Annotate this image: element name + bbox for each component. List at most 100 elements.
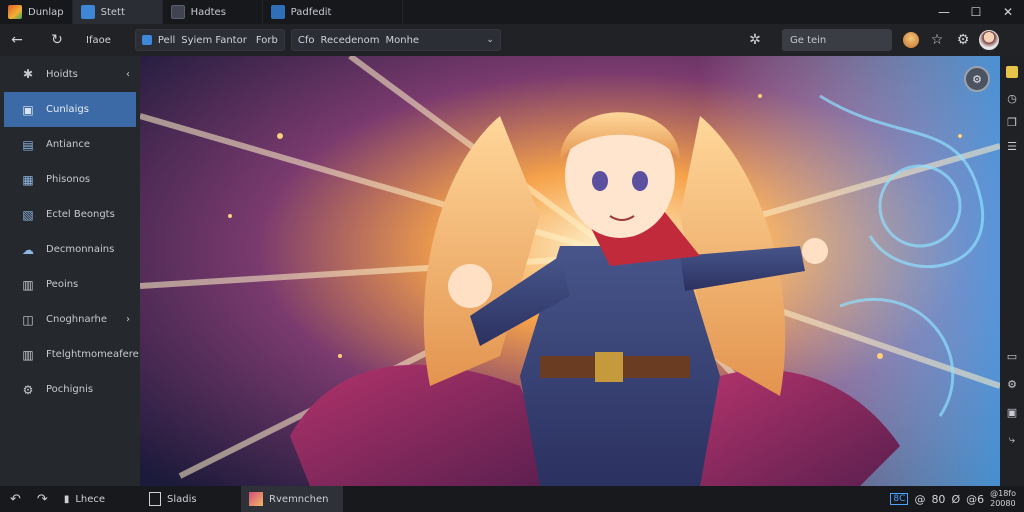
rail-settings-button[interactable]: ⚙ (1002, 374, 1022, 394)
back-button[interactable]: ← (4, 27, 30, 53)
volume-icon[interactable]: 80 (931, 493, 945, 506)
address-text: Syiem Fantor (181, 34, 247, 46)
sidebar-item-pochignis[interactable]: ⚙ Pochignis (0, 372, 140, 407)
gear-icon: ⚙ (1007, 377, 1017, 391)
profile-button[interactable] (898, 27, 924, 53)
rail-share-button[interactable]: ⤷ (1002, 430, 1022, 450)
battery-icon[interactable]: Ø (951, 493, 960, 506)
rail-history-button[interactable]: ◷ (1002, 88, 1022, 108)
close-button[interactable]: ✕ (992, 0, 1024, 24)
title-bar: Dunlap Stett Hadtes Padfedit — ☐ ✕ (0, 0, 1024, 24)
page-icon (170, 5, 185, 19)
note-icon (1006, 66, 1018, 78)
rail-info-button[interactable]: ▭ (1002, 346, 1022, 366)
notification-icon[interactable]: @6 (966, 493, 984, 506)
redo-button[interactable]: ↷ (29, 486, 56, 512)
window-icon (80, 5, 95, 19)
minimize-button[interactable]: — (928, 0, 960, 24)
extensions-button[interactable]: ✲ (742, 27, 768, 53)
location-dropdown[interactable]: Cfo Recedenom Monhe ⌄ (290, 29, 501, 51)
favorites-button[interactable]: ☆ (924, 27, 950, 53)
sidebar-item-label: Ectel Beongts (46, 209, 115, 220)
rail-notes-button[interactable] (1002, 62, 1022, 82)
sidebar: ✱ Hoidts ‹ ▣ Cunlaigs ▤ Antiance ▦ Phiso… (0, 56, 140, 486)
sidebar-item-label: Ftelghtmomeafere (46, 349, 139, 360)
image-icon: ▧ (22, 207, 34, 222)
clock-date: 20080 (990, 499, 1016, 508)
sidebar-item-cnoghnarhe[interactable]: ◫ Cnoghnarhe › (0, 302, 140, 337)
clock[interactable]: @18fo 20080 (990, 489, 1016, 509)
image-viewer[interactable]: ⚙ (140, 56, 1000, 486)
tab-label: Stett (100, 6, 125, 18)
reload-button[interactable]: ↻ (44, 27, 70, 53)
tab-padfedit[interactable]: Padfedit (263, 0, 403, 24)
bottom-bar: ↶ ↷ ▮ Lhece Sladis Rvemnchen 8C @ 80 Ø @… (0, 486, 1024, 512)
star-icon: ✱ (22, 67, 34, 81)
collapse-icon[interactable]: ‹ (126, 69, 130, 80)
window-controls: — ☐ ✕ (928, 0, 1024, 24)
rail-copy-button[interactable]: ❐ (1002, 112, 1022, 132)
star-icon: ☆ (930, 32, 944, 48)
sidebar-item-antiance[interactable]: ▤ Antiance (0, 127, 140, 162)
sidebar-item-label: Decmonnains (46, 244, 115, 255)
sidebar-item-ectel-beongts[interactable]: ▧ Ectel Beongts (0, 197, 140, 232)
location-prefix: Cfo (297, 34, 315, 46)
share-icon: ⤷ (1008, 433, 1016, 446)
restore-button[interactable]: ☐ (960, 0, 992, 24)
sidebar-item-label: Cunlaigs (46, 104, 89, 115)
address-suffix: Forb (255, 34, 278, 46)
sidebar-item-phisonos[interactable]: ▦ Phisonos (0, 162, 140, 197)
image-icon (249, 492, 264, 506)
task-sladis[interactable]: Sladis (141, 486, 241, 512)
rail-list-button[interactable]: ☰ (1002, 136, 1022, 156)
home-button[interactable]: Ifaoe (86, 35, 111, 46)
sidebar-item-label: Antiance (46, 139, 90, 150)
clock-time: @18fo (990, 489, 1016, 498)
address-bar[interactable]: Pell Syiem Fantor Forb (134, 29, 285, 51)
task-rvemnchen[interactable]: Rvemnchen (241, 486, 344, 512)
list-icon: ☰ (1007, 139, 1017, 153)
tab-hadtes[interactable]: Hadtes (163, 0, 263, 24)
location-text: Recedenom (320, 34, 380, 46)
location-suffix: Monhe (385, 34, 420, 46)
history-button[interactable]: ▮ Lhece (56, 486, 113, 512)
sidebar-item-peoins[interactable]: ▥ Peoins (0, 267, 140, 302)
edit-icon (270, 5, 285, 19)
redo-icon: ↷ (36, 491, 48, 507)
system-tray: 8C @ 80 Ø @6 @18fo 20080 (890, 489, 1024, 509)
tab-label: Hadtes (190, 6, 226, 18)
sidebar-item-label: Phisonos (46, 174, 91, 185)
chevron-down-icon: ⌄ (486, 35, 494, 45)
tab-dunlap[interactable]: Dunlap (0, 0, 73, 24)
puzzle-icon: ✲ (749, 32, 761, 48)
back-arrow-icon: ← (11, 32, 23, 48)
profile-icon (903, 32, 919, 48)
app-logo-icon (8, 5, 22, 19)
tab-stett[interactable]: Stett (72, 0, 163, 24)
undo-button[interactable]: ↶ (0, 486, 29, 512)
copy-icon: ❐ (1007, 115, 1017, 129)
clock-icon: ◷ (1007, 91, 1017, 105)
reload-icon: ↻ (51, 32, 63, 48)
sidebar-item-ftelghtmomeafere[interactable]: ▥ Ftelghtmomeafere (0, 337, 140, 372)
task-label: Sladis (167, 493, 197, 505)
network-icon[interactable]: @ (914, 493, 925, 506)
tab-label: Dunlap (28, 6, 64, 18)
sidebar-item-cunlaigs[interactable]: ▣ Cunlaigs (4, 92, 136, 127)
address-prefix: Pell (157, 34, 176, 46)
keyboard-icon[interactable]: 8C (890, 493, 909, 505)
expand-icon[interactable]: › (126, 314, 130, 325)
rail-media-button[interactable]: ▣ (1002, 402, 1022, 422)
window-icon (149, 492, 162, 506)
site-icon (141, 35, 152, 45)
image-settings-button[interactable]: ⚙ (964, 66, 990, 92)
settings-button[interactable]: ⚙ (950, 27, 976, 53)
gear-icon: ⚙ (956, 32, 970, 48)
search-input[interactable]: Ge tein (782, 29, 892, 51)
folder-icon: ◫ (22, 312, 34, 327)
sidebar-item-hoidts[interactable]: ✱ Hoidts ‹ (0, 56, 140, 92)
account-button[interactable] (976, 27, 1002, 53)
folder-icon: ▣ (22, 102, 34, 117)
gear-icon: ⚙ (22, 382, 34, 397)
sidebar-item-decmonnains[interactable]: ☁ Decmonnains (0, 232, 140, 267)
